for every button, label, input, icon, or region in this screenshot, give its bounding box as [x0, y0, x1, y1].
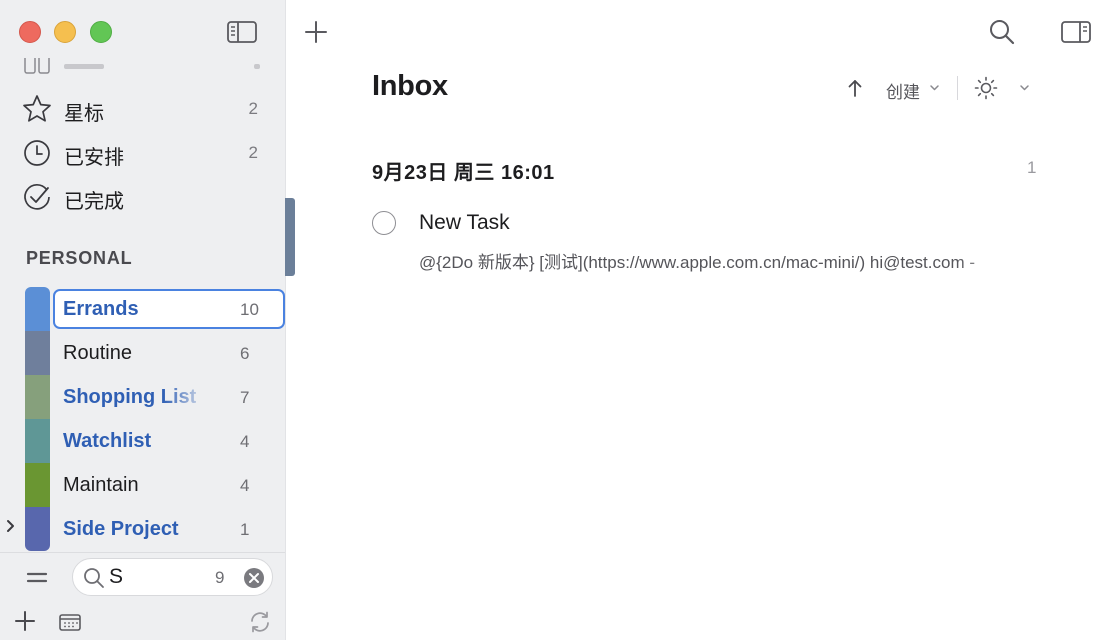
list-label: Side Project	[63, 518, 179, 540]
group-date-header: 9月23日 周三 16:01	[372, 162, 555, 184]
list-count: 4	[240, 476, 250, 495]
sidebar-list-maintain[interactable]: Maintain 4	[25, 463, 285, 507]
list-count: 6	[240, 344, 250, 363]
toolbar-divider	[957, 76, 958, 100]
task-checkbox[interactable]	[372, 211, 396, 235]
add-task-icon[interactable]	[304, 20, 328, 44]
search-result-count: 9	[215, 568, 225, 587]
page-title: Inbox	[372, 70, 448, 102]
list-count: 10	[240, 300, 259, 319]
smart-list-scheduled[interactable]: 已安排 2	[22, 132, 264, 172]
section-header-personal: PERSONAL	[26, 248, 133, 268]
sidebar-list-watchlist[interactable]: Watchlist 4	[25, 419, 285, 463]
window-close-button[interactable]	[19, 21, 41, 43]
list-label: Errands	[63, 298, 139, 320]
list-label: Routine	[63, 342, 132, 364]
arrow-up-icon[interactable]	[846, 78, 864, 98]
add-list-icon[interactable]	[14, 610, 36, 632]
group-count: 1	[1027, 158, 1037, 177]
window-minimize-button[interactable]	[54, 21, 76, 43]
chevron-right-icon[interactable]	[5, 518, 17, 534]
smart-list-count: 2	[248, 99, 258, 118]
task-note: @{2Do 新版本} [测试](https://www.apple.com.cn…	[419, 253, 975, 272]
list-label: Watchlist	[63, 430, 152, 452]
clock-icon	[24, 140, 50, 166]
sync-icon[interactable]	[248, 610, 272, 634]
sort-menu-button[interactable]: 创建	[886, 78, 920, 103]
list-label: Maintain	[63, 474, 139, 496]
window-maximize-button[interactable]	[90, 21, 112, 43]
list-count: 1	[240, 520, 250, 539]
sun-icon[interactable]	[974, 76, 998, 100]
smart-list-label: 已完成	[64, 191, 124, 213]
list-label: Shopping List	[63, 386, 197, 408]
list-color-swatch	[25, 507, 50, 551]
task-title[interactable]: New Task	[419, 211, 510, 235]
list-color-swatch	[25, 419, 50, 463]
sidebar-list-routine[interactable]: Routine 6	[25, 331, 285, 375]
list-color-swatch	[25, 331, 50, 375]
sidebar-list-side-project[interactable]: Side Project 1	[25, 507, 285, 551]
smart-list-label: 星标	[64, 103, 104, 125]
filter-icon[interactable]	[26, 568, 48, 588]
search-icon	[84, 568, 104, 588]
search-field[interactable]: 9	[72, 558, 273, 596]
list-count: 4	[240, 432, 250, 451]
smart-list-starred[interactable]: 星标 2	[22, 88, 264, 128]
star-icon	[23, 95, 51, 122]
split-view-handle[interactable]	[285, 198, 295, 276]
calendar-icon[interactable]	[58, 612, 82, 632]
checkmark-circle-icon	[24, 183, 50, 210]
list-color-swatch	[25, 375, 50, 419]
sidebar: 星标 2 已安排 2 已完成 PERSONAL Errands 10 Routi…	[0, 0, 286, 640]
list-color-swatch	[25, 463, 50, 507]
smart-list-label: 已安排	[64, 147, 124, 169]
inspector-toggle-icon[interactable]	[1060, 20, 1092, 44]
divider	[0, 552, 285, 553]
chevron-down-icon[interactable]	[1019, 84, 1030, 92]
sidebar-toggle-icon[interactable]	[226, 20, 258, 44]
smart-list-count: 2	[248, 143, 258, 162]
app-window: 星标 2 已安排 2 已完成 PERSONAL Errands 10 Routi…	[0, 0, 1120, 640]
chevron-down-icon[interactable]	[929, 84, 940, 92]
search-icon[interactable]	[988, 18, 1016, 46]
clear-search-icon[interactable]	[243, 567, 265, 589]
sidebar-list-errands[interactable]: Errands 10	[25, 287, 285, 331]
list-count: 7	[240, 388, 250, 407]
list-color-swatch	[25, 287, 50, 331]
sidebar-list-shopping[interactable]: Shopping List 7	[25, 375, 285, 419]
smart-list-completed[interactable]: 已完成	[22, 176, 264, 216]
scrolled-list-item	[24, 58, 260, 74]
search-input[interactable]	[109, 564, 219, 590]
